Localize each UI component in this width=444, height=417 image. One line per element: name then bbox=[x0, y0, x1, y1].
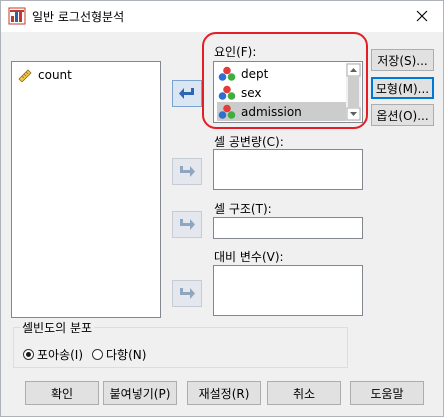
reset-button[interactable]: 재설정(R) bbox=[187, 381, 261, 405]
arrow-right-icon bbox=[180, 218, 195, 230]
save-button[interactable]: 저장(S)... bbox=[371, 49, 434, 71]
arrow-left-icon bbox=[179, 87, 194, 99]
model-button[interactable]: 모형(M)... bbox=[371, 77, 434, 99]
contrast-variables-label: 대비 변수(V): bbox=[214, 250, 284, 264]
move-to-cell-structure-button[interactable] bbox=[172, 211, 202, 238]
arrow-right-icon bbox=[180, 165, 195, 177]
cancel-button[interactable]: 취소 bbox=[267, 381, 341, 405]
move-to-cell-covariates-button[interactable] bbox=[172, 158, 202, 185]
spss-app-icon bbox=[8, 7, 26, 25]
move-to-contrast-variables-button[interactable] bbox=[172, 280, 202, 307]
title-bar: 일반 로그선형분석 bbox=[1, 1, 443, 32]
cell-structure-label: 셀 구조(T): bbox=[214, 202, 272, 216]
ok-button[interactable]: 확인 bbox=[25, 381, 99, 405]
move-to-factors-button[interactable] bbox=[172, 80, 202, 107]
help-button[interactable]: 도움말 bbox=[350, 381, 424, 405]
annotation-highlight bbox=[202, 32, 368, 129]
list-item[interactable]: count bbox=[17, 65, 72, 84]
radio-selected-icon bbox=[23, 349, 34, 360]
scale-variable-icon bbox=[18, 68, 32, 82]
multinomial-radio[interactable]: 다항(N) bbox=[92, 346, 146, 363]
dialog-window: 일반 로그선형분석 count 요인(F): dept sex admissio… bbox=[0, 0, 444, 417]
cell-covariates-list[interactable] bbox=[213, 149, 363, 190]
distribution-group: 셀빈도의 분포 포아송(I) 다항(N) bbox=[13, 319, 348, 368]
multinomial-label: 다항(N) bbox=[106, 348, 147, 362]
window-title: 일반 로그선형분석 bbox=[32, 10, 125, 24]
close-button[interactable] bbox=[401, 1, 443, 31]
options-button[interactable]: 옵션(O)... bbox=[371, 104, 434, 126]
variable-name: count bbox=[38, 67, 72, 82]
contrast-variables-list[interactable] bbox=[213, 265, 363, 316]
paste-button[interactable]: 붙여넣기(P) bbox=[103, 381, 177, 405]
poisson-label: 포아송(I) bbox=[37, 348, 84, 362]
close-icon bbox=[416, 10, 428, 22]
radio-unselected-icon bbox=[92, 349, 103, 360]
source-variable-list[interactable]: count bbox=[11, 61, 161, 318]
distribution-group-title: 셀빈도의 분포 bbox=[20, 319, 95, 336]
cell-structure-field[interactable] bbox=[213, 217, 363, 239]
cell-covariates-label: 셀 공변량(C): bbox=[214, 135, 284, 149]
poisson-radio[interactable]: 포아송(I) bbox=[23, 346, 83, 363]
arrow-right-icon bbox=[180, 287, 195, 299]
